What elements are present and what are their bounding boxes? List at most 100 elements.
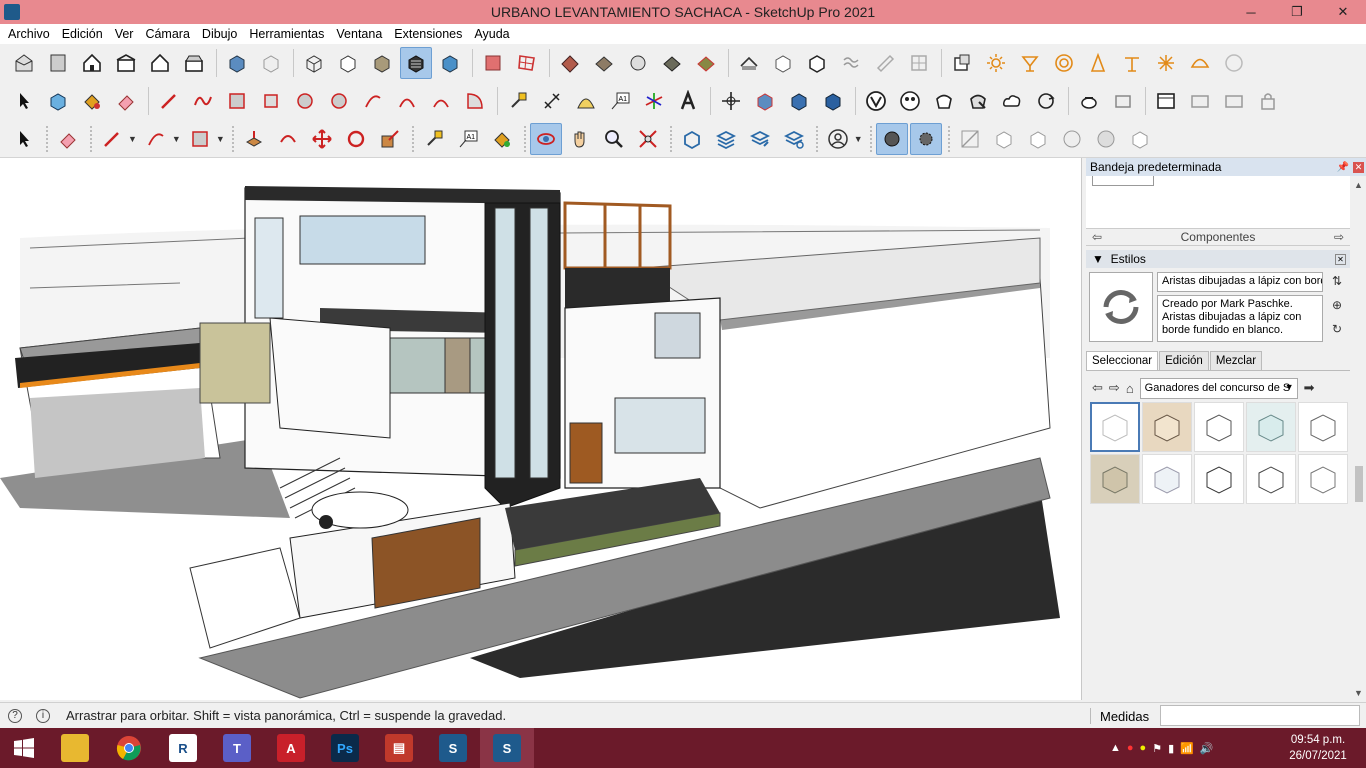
collapse-triangle-icon[interactable]: ▼ xyxy=(1092,252,1104,266)
scroll-up-icon[interactable]: ▲ xyxy=(1354,180,1363,190)
vray-cloud-icon[interactable] xyxy=(996,85,1028,117)
soften-edges-icon[interactable] xyxy=(875,123,908,155)
arc-icon[interactable] xyxy=(357,85,389,117)
front-view-icon[interactable] xyxy=(76,47,108,79)
solid-box-icon[interactable] xyxy=(767,47,799,79)
style-option[interactable] xyxy=(1246,454,1296,504)
style-option[interactable] xyxy=(1298,402,1348,452)
back-view-icon[interactable] xyxy=(144,47,176,79)
revit-icon[interactable]: R xyxy=(156,728,210,768)
vray-ipr-icon[interactable] xyxy=(1184,85,1216,117)
upload-icon[interactable] xyxy=(744,123,776,155)
vray-frame-icon[interactable] xyxy=(1107,85,1139,117)
tab-seleccionar[interactable]: Seleccionar xyxy=(1086,351,1159,370)
select-tool-icon[interactable] xyxy=(8,123,40,155)
show-hidden-icons-icon[interactable]: ▲ xyxy=(1110,742,1121,754)
styles-panel-header[interactable]: ▼ Estilos ✕ xyxy=(1086,250,1350,268)
xray-icon[interactable] xyxy=(221,47,253,79)
sketchup-app-icon[interactable] xyxy=(4,4,20,20)
forward-arrow-icon[interactable]: ⇨ xyxy=(1334,230,1344,244)
left-view-icon[interactable] xyxy=(178,47,210,79)
style-option[interactable] xyxy=(1142,402,1192,452)
shadows-icon[interactable] xyxy=(733,47,765,79)
autocad-icon[interactable]: A xyxy=(264,728,318,768)
nav-forward-icon[interactable]: ⇨ xyxy=(1109,380,1120,396)
style-option[interactable] xyxy=(1194,454,1244,504)
zoom-icon[interactable] xyxy=(598,123,630,155)
orbit-icon[interactable] xyxy=(529,123,562,155)
style-option[interactable] xyxy=(1194,402,1244,452)
section-grid-icon[interactable] xyxy=(511,47,543,79)
file-explorer-icon[interactable] xyxy=(48,728,102,768)
spot-light-icon[interactable] xyxy=(1048,47,1080,79)
solid-union-icon[interactable] xyxy=(801,47,833,79)
minimize-button[interactable]: ─ xyxy=(1228,0,1274,24)
close-button[interactable]: ✕ xyxy=(1320,0,1366,24)
arc-3pt-icon[interactable] xyxy=(425,85,457,117)
shaded-icon[interactable] xyxy=(366,47,398,79)
position-camera-icon[interactable] xyxy=(715,85,747,117)
pdf-reader-icon[interactable]: ▤ xyxy=(372,728,426,768)
text-icon[interactable]: A1 xyxy=(604,85,636,117)
sandbox-stamp-icon[interactable] xyxy=(656,47,688,79)
tray-close-icon[interactable]: ✕ xyxy=(1353,161,1364,173)
warehouse-icon[interactable] xyxy=(676,123,708,155)
circle-icon[interactable] xyxy=(289,85,321,117)
vray-lock-icon[interactable] xyxy=(1252,85,1284,117)
axes-icon[interactable] xyxy=(638,85,670,117)
home-icon[interactable]: ⌂ xyxy=(1126,381,1134,396)
fog-icon[interactable] xyxy=(835,47,867,79)
style-collection-select[interactable]: Ganadores del concurso de S ▼ xyxy=(1139,377,1298,399)
display-profile-icon[interactable] xyxy=(909,123,942,155)
follow-me-icon[interactable] xyxy=(272,123,304,155)
menu-ver[interactable]: Ver xyxy=(109,27,140,41)
windows-start-icon[interactable] xyxy=(0,728,48,768)
select-arrow-icon[interactable] xyxy=(8,85,40,117)
paste-in-place-icon[interactable] xyxy=(946,47,978,79)
hidden-line-icon[interactable] xyxy=(332,47,364,79)
render-disabled-icon[interactable] xyxy=(1218,47,1250,79)
sandbox-contours-icon[interactable] xyxy=(554,47,586,79)
tape-measure-tool-icon[interactable] xyxy=(418,123,450,155)
volume-icon[interactable]: 🔊 xyxy=(1200,742,1214,755)
flag-icon[interactable]: ⚑ xyxy=(1152,742,1162,755)
vray-interactive-icon[interactable] xyxy=(962,85,994,117)
wifi-icon[interactable]: 📶 xyxy=(1180,742,1194,755)
text-tool-icon[interactable]: A1 xyxy=(452,123,484,155)
box-grid-icon[interactable] xyxy=(988,123,1020,155)
nav-back-icon[interactable]: ⇦ xyxy=(1092,380,1103,396)
update-style-icon[interactable]: ⇅ xyxy=(1332,274,1342,288)
dimension-icon[interactable] xyxy=(536,85,568,117)
style-description[interactable]: Creado por Mark Paschke. Aristas dibujad… xyxy=(1157,295,1323,342)
layers-icon[interactable] xyxy=(710,123,742,155)
sandbox-scratch-icon[interactable] xyxy=(588,47,620,79)
teams-icon[interactable]: T xyxy=(210,728,264,768)
plus-app-icon[interactable]: ● xyxy=(1140,742,1147,754)
vray-logo-icon[interactable] xyxy=(860,85,892,117)
protractor-icon[interactable] xyxy=(570,85,602,117)
star-light-icon[interactable] xyxy=(1150,47,1182,79)
details-arrow-icon[interactable]: ➡ xyxy=(1304,380,1315,396)
rotate-icon[interactable] xyxy=(340,123,372,155)
right-view-icon[interactable] xyxy=(110,47,142,79)
antivirus-icon[interactable]: ● xyxy=(1127,742,1134,754)
box-grid-2-icon[interactable] xyxy=(1022,123,1054,155)
tray-scrollbar[interactable]: ▲ ▼ xyxy=(1352,176,1366,700)
vray-material-icon[interactable] xyxy=(894,85,926,117)
sandbox-drape-icon[interactable] xyxy=(690,47,722,79)
table-light-icon[interactable] xyxy=(1116,47,1148,79)
ruler-icon[interactable] xyxy=(869,47,901,79)
menu-extensiones[interactable]: Extensiones xyxy=(388,27,468,41)
line-dropdown-icon[interactable]: ▼ xyxy=(128,134,137,144)
sphere-grid-icon[interactable] xyxy=(1056,123,1088,155)
style-option[interactable] xyxy=(1298,454,1348,504)
sandbox-smoove-icon[interactable] xyxy=(622,47,654,79)
outliner-icon[interactable] xyxy=(749,85,781,117)
group-icon[interactable] xyxy=(817,85,849,117)
menu-archivo[interactable]: Archivo xyxy=(2,27,56,41)
wireframe-icon[interactable] xyxy=(298,47,330,79)
tape-measure-icon[interactable] xyxy=(502,85,534,117)
texture-icon[interactable] xyxy=(954,123,986,155)
style-option[interactable] xyxy=(1090,454,1140,504)
line-pencil-icon[interactable] xyxy=(153,85,185,117)
